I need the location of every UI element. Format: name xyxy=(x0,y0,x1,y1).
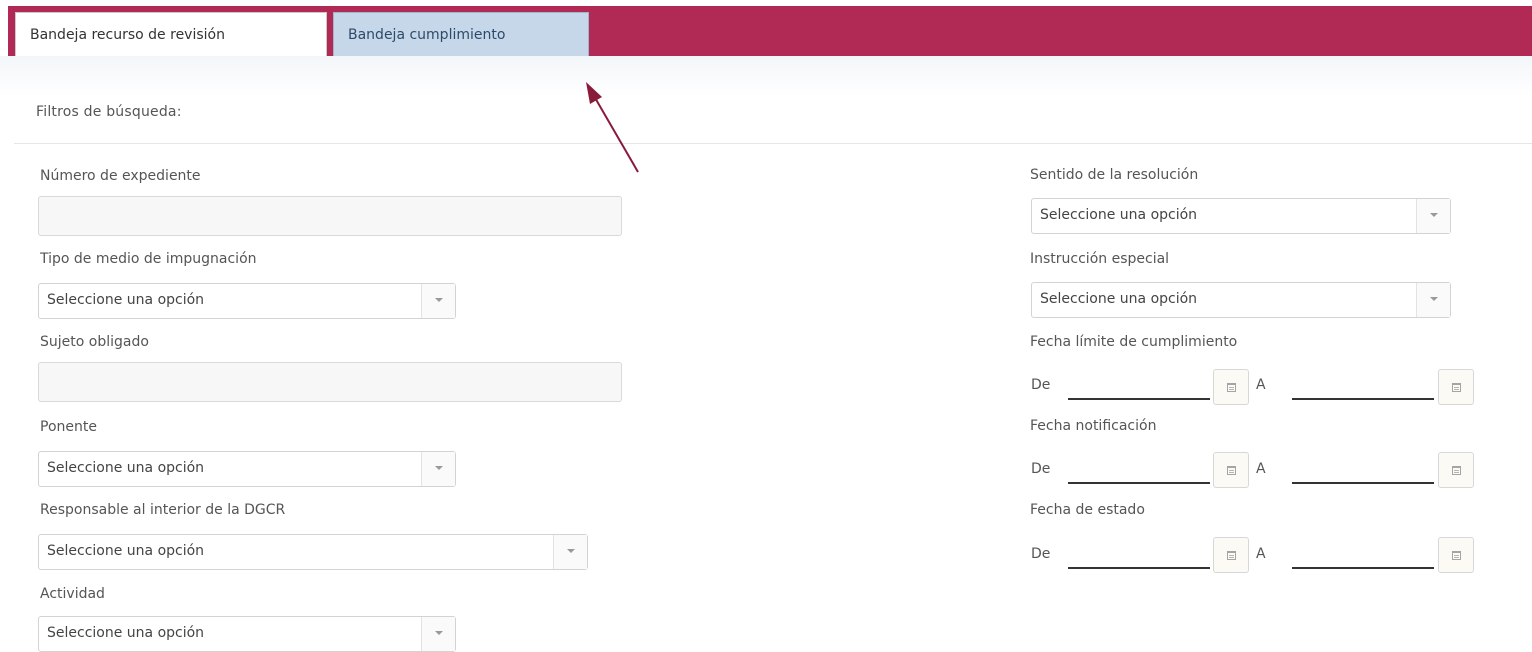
chevron-down-icon[interactable] xyxy=(421,284,455,318)
fecha-estado-from-prefix: De xyxy=(1031,546,1051,562)
label-fecha-notificacion: Fecha notificación xyxy=(1030,418,1157,434)
fecha-estado-to-underline xyxy=(1292,567,1434,569)
fecha-notificacion-from-underline xyxy=(1068,482,1210,484)
fecha-notificacion-from-prefix: De xyxy=(1031,461,1051,477)
fecha-estado-to-input[interactable] xyxy=(1292,541,1432,565)
calendar-icon[interactable] xyxy=(1438,369,1474,405)
instruccion-especial-select-value: Seleccione una opción xyxy=(1040,291,1198,307)
calendar-icon[interactable] xyxy=(1438,452,1474,488)
sujeto-obligado-input[interactable] xyxy=(38,362,622,402)
sentido-resolucion-select-value: Seleccione una opción xyxy=(1040,207,1198,223)
ponente-select-value: Seleccione una opción xyxy=(47,460,205,476)
fecha-estado-to-prefix: A xyxy=(1256,546,1266,562)
fecha-limite-from-prefix: De xyxy=(1031,377,1051,393)
fecha-limite-to-input[interactable] xyxy=(1292,372,1432,396)
label-sentido-resolucion: Sentido de la resolución xyxy=(1030,167,1199,183)
responsable-select[interactable]: Seleccione una opción xyxy=(38,534,588,570)
fecha-limite-from-input[interactable] xyxy=(1068,372,1208,396)
fecha-limite-to-underline xyxy=(1292,398,1434,400)
fecha-estado-from-underline xyxy=(1068,567,1210,569)
annotation-arrow-shaft xyxy=(593,95,639,173)
chevron-down-icon[interactable] xyxy=(553,535,587,569)
instruccion-especial-select[interactable]: Seleccione una opción xyxy=(1031,282,1451,318)
label-tipo-medio-impugnacion: Tipo de medio de impugnación xyxy=(40,251,257,267)
label-instruccion-especial: Instrucción especial xyxy=(1030,251,1170,267)
tipo-medio-select-value: Seleccione una opción xyxy=(47,292,205,308)
label-fecha-limite-cumplimiento: Fecha límite de cumplimiento xyxy=(1030,334,1238,350)
filters-divider xyxy=(14,143,1532,144)
actividad-select-value: Seleccione una opción xyxy=(47,625,205,641)
chevron-down-icon[interactable] xyxy=(1416,199,1450,233)
fecha-limite-from-underline xyxy=(1068,398,1210,400)
fecha-notificacion-to-input[interactable] xyxy=(1292,456,1432,480)
calendar-icon[interactable] xyxy=(1438,537,1474,573)
chevron-down-icon[interactable] xyxy=(421,617,455,651)
chevron-down-icon[interactable] xyxy=(1416,283,1450,317)
fecha-notificacion-from-input[interactable] xyxy=(1068,456,1208,480)
responsable-select-value: Seleccione una opción xyxy=(47,543,205,559)
label-sujeto-obligado: Sujeto obligado xyxy=(40,334,149,350)
tab-bandeja-cumplimiento[interactable]: Bandeja cumplimiento xyxy=(333,12,589,58)
tab-bar: Bandeja recurso de revisión Bandeja cump… xyxy=(0,0,1532,58)
calendar-icon[interactable] xyxy=(1213,369,1249,405)
fecha-estado-from-input[interactable] xyxy=(1068,541,1208,565)
sentido-resolucion-select[interactable]: Seleccione una opción xyxy=(1031,198,1451,234)
calendar-icon[interactable] xyxy=(1213,452,1249,488)
actividad-select[interactable]: Seleccione una opción xyxy=(38,616,456,652)
tipo-medio-select[interactable]: Seleccione una opción xyxy=(38,283,456,319)
label-ponente: Ponente xyxy=(40,419,97,435)
ponente-select[interactable]: Seleccione una opción xyxy=(38,451,456,487)
label-fecha-estado: Fecha de estado xyxy=(1030,502,1145,518)
numero-expediente-input[interactable] xyxy=(38,196,622,236)
tab-bandeja-recurso-revision[interactable]: Bandeja recurso de revisión xyxy=(15,12,327,58)
calendar-icon[interactable] xyxy=(1213,537,1249,573)
label-numero-expediente: Número de expediente xyxy=(40,168,201,184)
fecha-notificacion-to-underline xyxy=(1292,482,1434,484)
fecha-limite-to-prefix: A xyxy=(1256,377,1266,393)
fecha-notificacion-to-prefix: A xyxy=(1256,461,1266,477)
chevron-down-icon[interactable] xyxy=(421,452,455,486)
tab-content-header xyxy=(0,56,1532,96)
filters-title: Filtros de búsqueda: xyxy=(36,104,182,120)
label-actividad: Actividad xyxy=(40,586,105,602)
label-responsable-dgcr: Responsable al interior de la DGCR xyxy=(40,502,286,518)
